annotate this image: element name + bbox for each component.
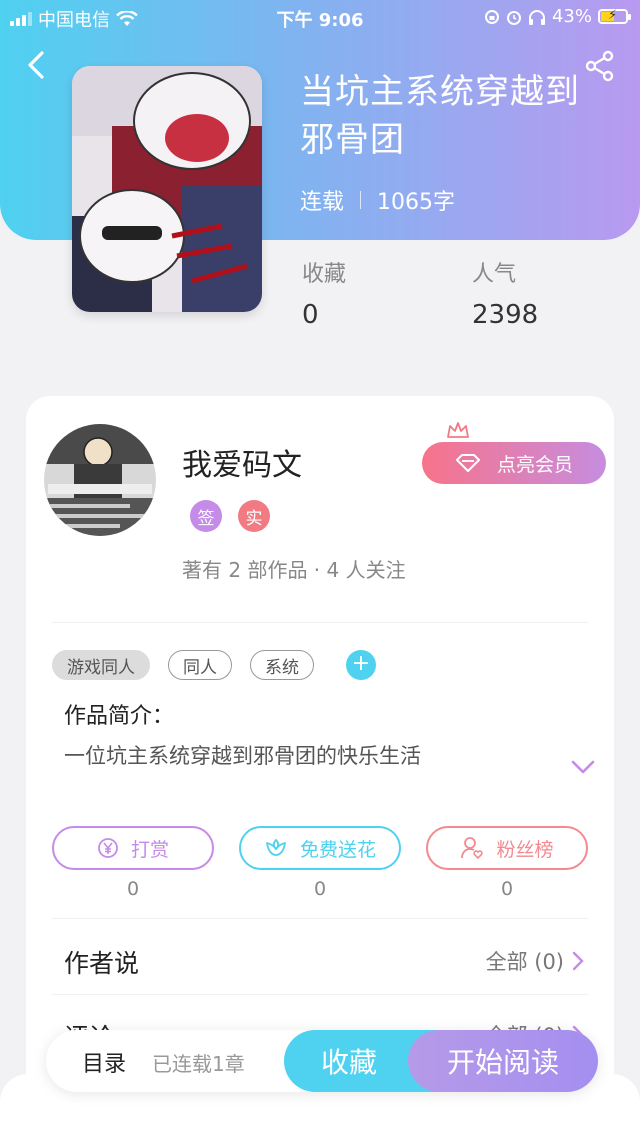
serial-status: 连载 [300,190,345,215]
flower-count: 0 [313,878,327,900]
author-notes-title: 作者说 [64,949,140,978]
vip-button[interactable]: 点亮会员 [422,442,606,484]
divider [52,994,588,995]
intro-title: 作品简介： [64,704,175,729]
status-bar: 中国电信 下午 9:06 43% ⚡ [0,0,640,34]
fan-count: 0 [500,878,514,900]
headphones-icon [528,9,545,25]
tip-label: 打赏 [130,838,169,861]
diamond-icon [455,454,480,472]
stat-value: 0 [302,300,319,330]
stat-label: 收藏 [302,262,347,287]
favorite-button-label: 收藏 [320,1046,377,1079]
start-reading-label: 开始阅读 [446,1046,559,1079]
fan-icon [461,837,484,860]
vip-button-label: 点亮会员 [496,453,573,476]
send-flower-button[interactable]: 免费送花 [239,826,401,870]
bottom-action-bar: 目录 已连载1章 收藏 开始阅读 [46,1030,598,1092]
fan-ranking-label: 粉丝榜 [496,838,554,861]
add-tag-icon[interactable]: + [346,650,376,680]
author-notes-row[interactable]: 作者说 全部 (0) [64,944,584,980]
author-notes-link-label: 全部 (0) [485,950,564,974]
author-avatar[interactable] [44,424,156,536]
battery-percent: 43% [551,6,592,27]
tag-item[interactable]: 系统 [250,650,314,680]
meta-divider [360,191,362,209]
tag-item[interactable]: 游戏同人 [52,650,150,680]
intro-text: 一位坑主系统穿越到邪骨团的快乐生活 [64,744,421,768]
chevron-down-icon[interactable] [570,758,596,776]
author-name[interactable]: 我爱码文 [182,440,302,484]
word-count: 1065字 [377,190,456,215]
signed-badge: 签 [190,500,222,532]
battery-icon: ⚡ [598,8,631,24]
tag-list: 游戏同人 同人 系统 + [52,650,376,680]
author-summary: 著有 2 部作品 · 4 人关注 [182,558,406,582]
orientation-lock-icon [484,9,499,24]
chevron-left-icon[interactable] [22,50,52,80]
tip-count: 0 [126,878,140,900]
verified-badge: 实 [238,500,270,532]
status-right: 43% ⚡ [484,6,631,27]
send-flower-label: 免费送花 [299,838,376,861]
favorites-stat: 收藏 0 [302,256,346,330]
book-info-card: 我爱码文 签 实 著有 2 部作品 · 4 人关注 点亮会员 游戏同人 同人 系… [26,396,614,1138]
tag-item[interactable]: 同人 [168,650,232,680]
crown-icon [447,422,469,438]
stat-label: 人气 [472,262,517,287]
chevron-right-icon [572,951,584,971]
divider [52,918,588,919]
popularity-stat: 人气 2398 [472,256,538,330]
flower-icon [266,838,286,856]
yen-icon [98,838,118,858]
tip-button[interactable]: 打赏 [52,826,214,870]
author-notes-link[interactable]: 全部 (0) [486,946,584,976]
book-title: 当坑主系统穿越到邪骨团 [300,72,580,160]
start-reading-button[interactable]: 开始阅读 [408,1030,598,1092]
alarm-icon [506,10,521,25]
divider [52,622,588,623]
serial-chapters-label: 已连载1章 [152,1052,245,1076]
book-cover-image[interactable] [72,66,262,312]
book-meta: 连载 1065字 [300,184,455,216]
catalog-button[interactable]: 目录 [82,1046,126,1078]
fan-ranking-button[interactable]: 粉丝榜 [426,826,588,870]
author-badges: 签 实 [190,500,270,532]
stat-value: 2398 [472,300,539,330]
